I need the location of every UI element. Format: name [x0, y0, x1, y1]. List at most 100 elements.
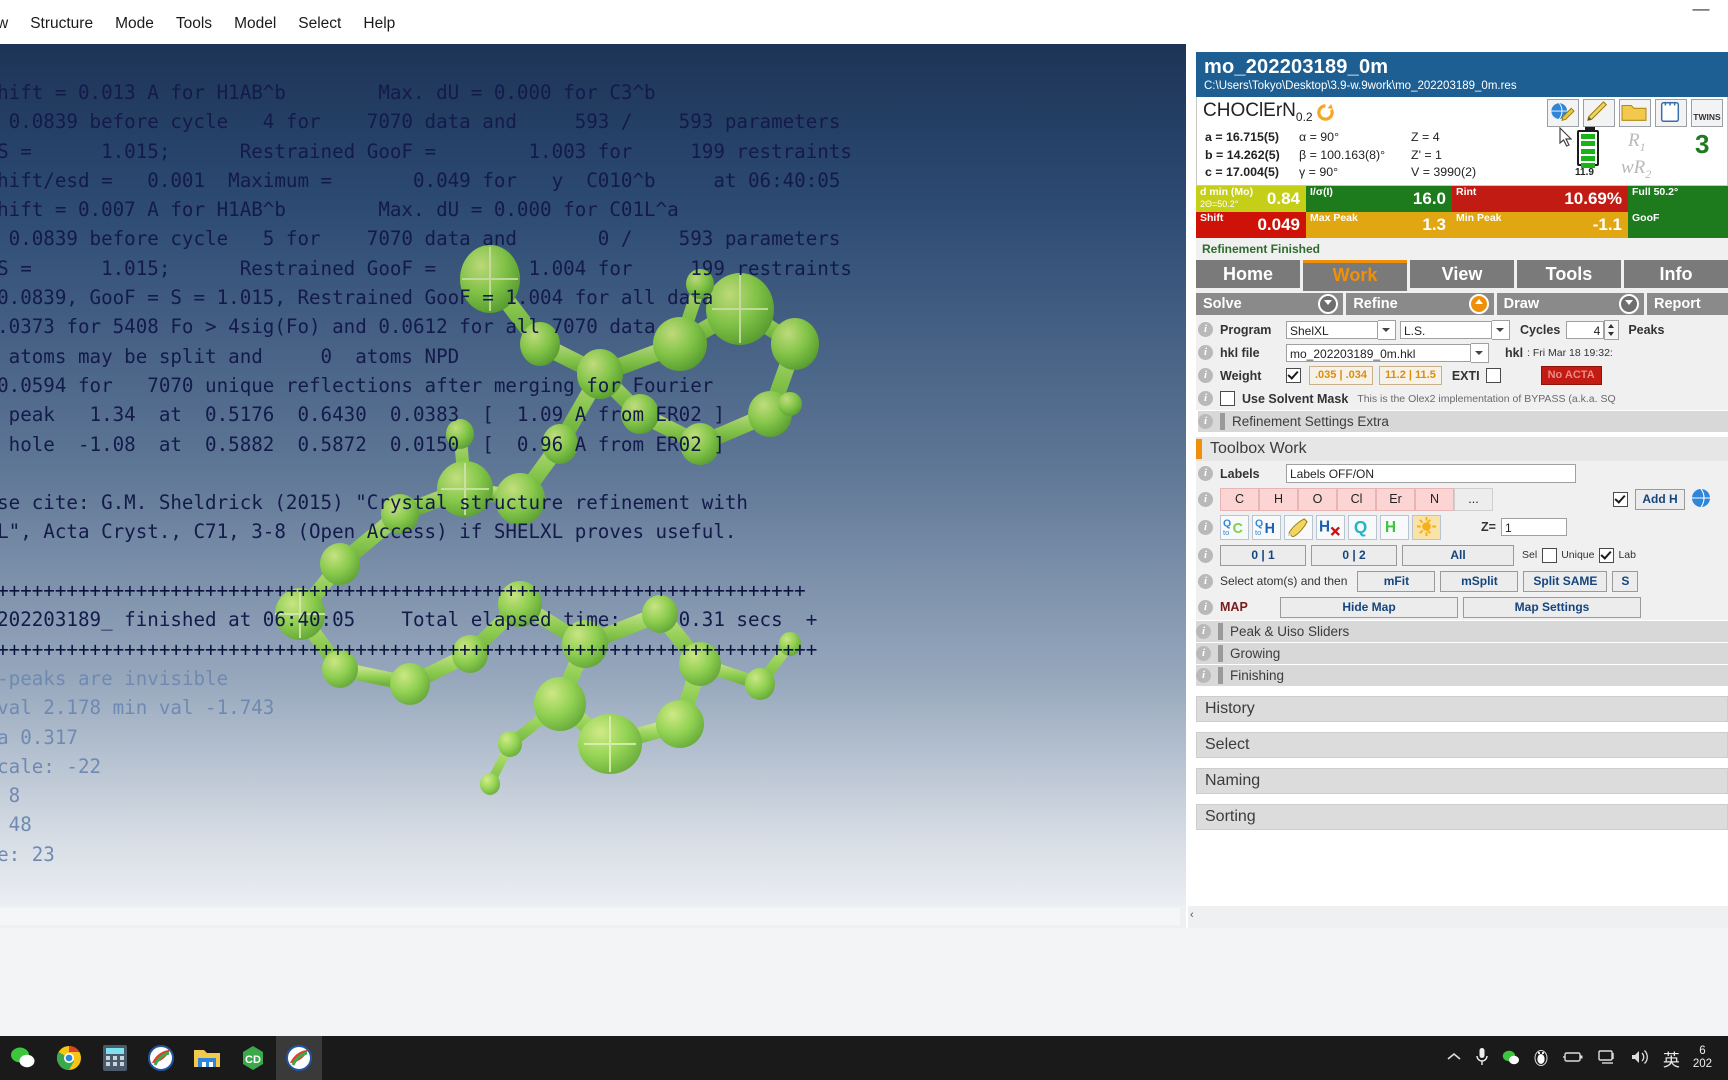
- z-input[interactable]: 1: [1500, 518, 1567, 536]
- info-icon[interactable]: i: [1196, 668, 1211, 683]
- wechat-icon[interactable]: [0, 1036, 46, 1080]
- draw-collapse-icon[interactable]: [1618, 294, 1639, 314]
- ime-indicator[interactable]: 英: [1663, 1046, 1680, 1071]
- q-to-c-icon[interactable]: Qto C: [1220, 514, 1249, 540]
- subtab-refine[interactable]: Refine: [1346, 293, 1494, 315]
- info-icon[interactable]: i: [1198, 491, 1213, 507]
- tab-home[interactable]: Home: [1196, 260, 1300, 288]
- add-h-globe-icon[interactable]: [1691, 488, 1711, 511]
- add-h-button[interactable]: Add H: [1635, 488, 1685, 510]
- info-icon[interactable]: i: [1198, 547, 1213, 563]
- info-icon[interactable]: i: [1198, 322, 1213, 337]
- method-select[interactable]: L.S.: [1400, 320, 1492, 339]
- weight-checkbox[interactable]: [1286, 368, 1301, 383]
- info-icon[interactable]: i: [1198, 391, 1213, 406]
- part-button-all[interactable]: All: [1402, 544, 1514, 566]
- refresh-icon[interactable]: [1316, 103, 1335, 122]
- refine-settings-form[interactable]: i Program ShelXL L.S. Cycles 4 Peaks i h…: [1196, 318, 1728, 432]
- menu-item-mode[interactable]: Mode: [104, 0, 165, 48]
- tab-view[interactable]: View: [1410, 260, 1514, 288]
- split-s-button[interactable]: S: [1612, 570, 1639, 592]
- system-tray[interactable]: 英 6 202: [1446, 1045, 1728, 1071]
- h-green-icon[interactable]: H: [1380, 514, 1409, 540]
- weight-a-button[interactable]: .035 | .034: [1309, 366, 1374, 385]
- hkl-chevron-down-icon[interactable]: [1471, 342, 1489, 363]
- tab-work[interactable]: Work: [1303, 260, 1407, 291]
- hide-map-button[interactable]: Hide Map: [1280, 596, 1458, 618]
- info-icon[interactable]: i: [1198, 345, 1213, 360]
- remove-h-icon[interactable]: H: [1316, 514, 1345, 540]
- window-minimize-button[interactable]: —: [1688, 0, 1714, 20]
- q-to-h-icon[interactable]: Qto H: [1252, 514, 1281, 540]
- penguin-icon[interactable]: [1533, 1048, 1549, 1069]
- no-acta-button[interactable]: No ACTA: [1540, 366, 1602, 385]
- menu-item-help[interactable]: Help: [352, 0, 406, 48]
- windows-taskbar[interactable]: CD 英 6 202: [0, 1036, 1728, 1080]
- network-icon[interactable]: [1597, 1049, 1617, 1068]
- menu-item-tools[interactable]: Tools: [165, 0, 223, 48]
- program-chevron-down-icon[interactable]: [1378, 319, 1396, 340]
- menu-item-select[interactable]: Select: [287, 0, 352, 48]
- refine-expand-icon[interactable]: [1468, 294, 1489, 314]
- chevron-up-icon[interactable]: [1446, 1050, 1462, 1066]
- method-chevron-down-icon[interactable]: [1492, 319, 1510, 340]
- olex2-side-panel[interactable]: mo_202203189_0m C:\Users\Tokyo\Desktop\3…: [1188, 44, 1728, 928]
- q-peak-icon[interactable]: Q: [1348, 514, 1377, 540]
- info-icon[interactable]: i: [1198, 414, 1213, 429]
- lab-checkbox[interactable]: [1599, 547, 1615, 563]
- main-nav-tabs[interactable]: Home Work View Tools Info: [1196, 260, 1728, 293]
- element-button-er[interactable]: Er: [1376, 487, 1415, 511]
- info-icon[interactable]: i: [1198, 599, 1213, 615]
- work-sub-tabs[interactable]: Solve Refine Draw Report: [1196, 293, 1728, 318]
- subtab-draw[interactable]: Draw: [1496, 293, 1644, 315]
- panel-tool-icons[interactable]: TWINS: [1547, 99, 1723, 127]
- split-same-button[interactable]: Split SAME: [1523, 570, 1608, 592]
- msplit-button[interactable]: mSplit: [1440, 570, 1519, 592]
- refinement-settings-extra-section[interactable]: i Refinement Settings Extra: [1198, 411, 1728, 432]
- subtab-solve[interactable]: Solve: [1196, 293, 1344, 315]
- solve-collapse-icon[interactable]: [1318, 294, 1339, 314]
- info-icon[interactable]: i: [1198, 573, 1213, 589]
- select-section[interactable]: Select: [1196, 732, 1728, 758]
- volume-icon[interactable]: [1630, 1049, 1650, 1068]
- menu-item-structure[interactable]: Structure: [19, 0, 104, 48]
- solvent-mask-checkbox[interactable]: [1220, 391, 1235, 406]
- tab-info[interactable]: Info: [1624, 260, 1728, 288]
- pencil-icon[interactable]: [1583, 99, 1615, 127]
- hkl-file-select[interactable]: mo_202203189_0m.hkl: [1286, 343, 1471, 362]
- structure-viewport[interactable]: shift = 0.013 A for H1AB^b Max. dU = 0.0…: [0, 44, 1186, 928]
- chrome-icon[interactable]: [46, 1036, 92, 1080]
- program-select[interactable]: ShelXL: [1286, 320, 1378, 339]
- growing-section[interactable]: i Growing: [1196, 643, 1728, 664]
- battery-tray-icon[interactable]: [1562, 1050, 1584, 1067]
- weight-b-button[interactable]: 11.2 | 11.5: [1379, 366, 1442, 385]
- subtab-report[interactable]: Report: [1646, 293, 1728, 315]
- twins-icon[interactable]: TWINS: [1691, 99, 1723, 127]
- element-button-h[interactable]: H: [1259, 487, 1298, 511]
- unique-checkbox[interactable]: [1542, 547, 1558, 563]
- cycles-stepper[interactable]: [1604, 319, 1620, 340]
- info-icon[interactable]: i: [1198, 519, 1213, 535]
- info-icon[interactable]: i: [1198, 466, 1213, 481]
- naming-section[interactable]: Naming: [1196, 768, 1728, 794]
- brush-icon[interactable]: [1284, 514, 1313, 540]
- element-button-c[interactable]: C: [1220, 487, 1259, 511]
- info-icon[interactable]: i: [1198, 368, 1213, 383]
- cycles-input[interactable]: 4: [1566, 320, 1605, 339]
- add-h-checkbox[interactable]: [1613, 491, 1628, 507]
- calculator-icon[interactable]: [92, 1036, 138, 1080]
- microphone-icon[interactable]: [1475, 1047, 1489, 1070]
- part-button-01[interactable]: 0 | 1: [1220, 544, 1306, 566]
- map-settings-button[interactable]: Map Settings: [1463, 596, 1641, 618]
- sun-icon[interactable]: [1412, 514, 1441, 540]
- info-icon[interactable]: i: [1196, 624, 1211, 639]
- scroll-left-arrow-icon[interactable]: ‹: [1190, 909, 1194, 921]
- taskbar-clock[interactable]: 6 202: [1693, 1045, 1718, 1071]
- menu-item-model[interactable]: Model: [223, 0, 287, 48]
- globe-pencil-icon[interactable]: [1547, 99, 1579, 127]
- labels-select[interactable]: Labels OFF/ON: [1286, 464, 1576, 483]
- element-button-o[interactable]: O: [1298, 487, 1337, 511]
- olex2-active-icon[interactable]: [276, 1036, 322, 1080]
- notepad-icon[interactable]: [1655, 99, 1687, 127]
- file-explorer-icon[interactable]: [184, 1036, 230, 1080]
